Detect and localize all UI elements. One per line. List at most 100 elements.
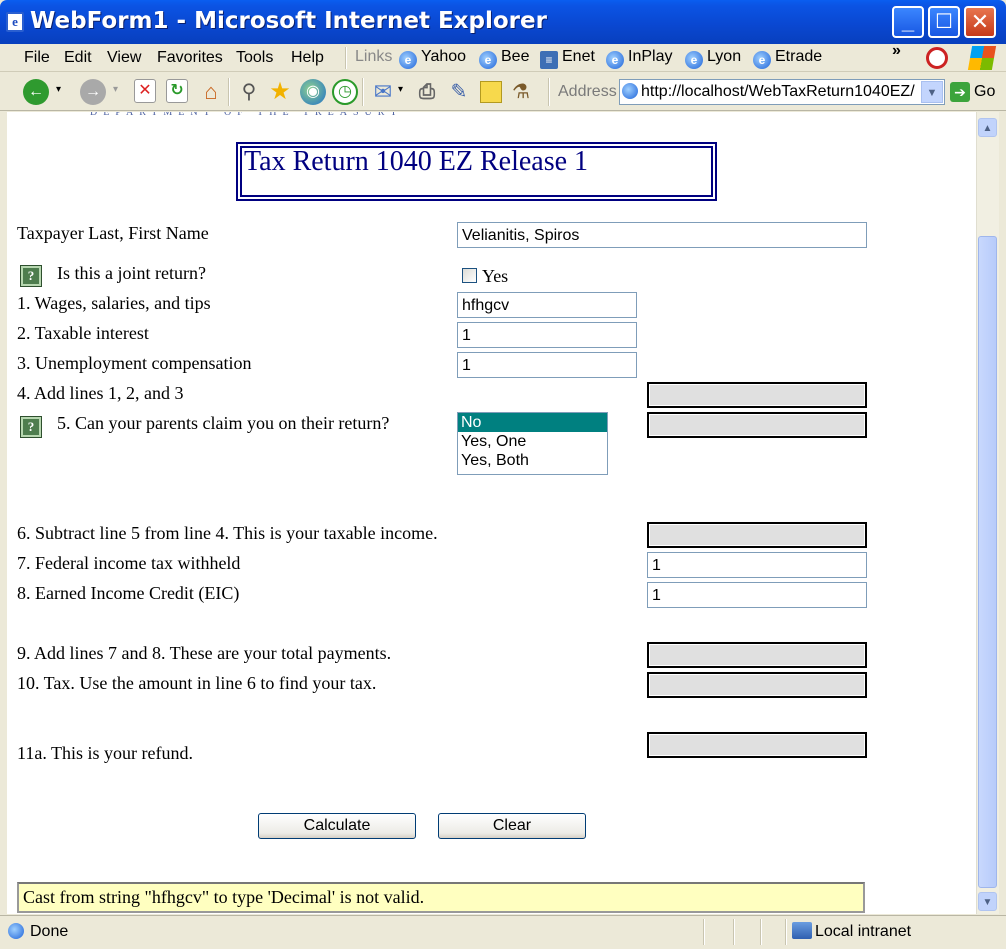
name-input[interactable]: Velianitis, Spiros — [457, 222, 867, 248]
window-title: WebForm1 - Microsoft Internet Explorer — [30, 8, 547, 34]
toolbar-separator — [228, 78, 230, 106]
joint-checkbox-label[interactable]: Yes — [482, 266, 508, 287]
status-separator — [760, 919, 762, 945]
line3-input[interactable]: 1 — [457, 352, 637, 378]
page-title: Tax Return 1040 EZ Release 1 — [244, 146, 589, 177]
line8-label: 8. Earned Income Credit (EIC) — [17, 583, 240, 603]
clear-button[interactable]: Clear — [438, 813, 586, 839]
error-message: Cast from string "hfhgcv" to type 'Decim… — [23, 887, 425, 907]
line6-label: 6. Subtract line 5 from line 4. This is … — [17, 523, 438, 543]
go-button[interactable]: Go — [974, 83, 995, 101]
windows-logo-icon — [967, 46, 997, 70]
scroll-down-icon[interactable]: ▼ — [978, 892, 997, 911]
mail-dropdown-icon[interactable]: ▾ — [398, 84, 403, 95]
link-enet[interactable]: ≡ Enet — [540, 48, 595, 69]
line5-output — [647, 412, 867, 438]
address-url[interactable]: http://localhost/WebTaxReturn1040EZ/ — [641, 83, 921, 101]
address-label: Address — [558, 83, 617, 100]
research-icon[interactable]: ⚗ — [508, 79, 534, 105]
line10-label: 10. Tax. Use the amount in line 6 to fin… — [17, 673, 377, 693]
minimize-button[interactable]: _ — [892, 6, 924, 38]
banner-fragment: DEPARTMENT OF THE TREASURY — [90, 112, 404, 118]
menu-edit[interactable]: Edit — [64, 49, 92, 67]
link-etrade-label: Etrade — [775, 48, 823, 65]
go-arrow-icon[interactable]: ➔ — [950, 82, 970, 102]
ie-page-icon — [8, 923, 24, 939]
link-yahoo-label: Yahoo — [421, 48, 467, 65]
line8-input[interactable]: 1 — [647, 582, 867, 608]
media-icon[interactable]: ◉ — [300, 79, 326, 105]
joint-checkbox[interactable] — [462, 268, 477, 283]
stop-icon[interactable]: ✕ — [134, 79, 156, 103]
ie-page-icon: e — [479, 51, 497, 69]
line1-input[interactable]: hfhgcv — [457, 292, 637, 318]
link-lyon[interactable]: e Lyon — [685, 48, 741, 69]
menu-file[interactable]: File — [24, 49, 50, 67]
search-icon[interactable]: ⚲ — [236, 79, 262, 105]
toolbar-separator — [548, 78, 550, 106]
page-icon: ≡ — [540, 51, 558, 69]
mail-icon[interactable]: ✉ — [370, 79, 396, 105]
favorites-star-icon[interactable]: ★ — [267, 79, 293, 105]
ie-page-icon: e — [399, 51, 417, 69]
acrobat-icon[interactable] — [926, 47, 948, 69]
refresh-icon[interactable]: ↻ — [166, 79, 188, 103]
menu-tools[interactable]: Tools — [236, 49, 273, 67]
close-button[interactable]: ✕ — [964, 6, 996, 38]
link-inplay[interactable]: e InPlay — [606, 48, 672, 69]
name-label: Taxpayer Last, First Name — [17, 223, 209, 243]
line5-option-yes-one[interactable]: Yes, One — [458, 432, 607, 451]
security-zone: Local intranet — [815, 923, 912, 940]
status-separator — [733, 919, 735, 945]
line6-output — [647, 522, 867, 548]
print-icon[interactable]: ⎙ — [414, 79, 440, 105]
line5-option-yes-both[interactable]: Yes, Both — [458, 451, 607, 470]
link-yahoo[interactable]: e Yahoo — [399, 48, 466, 69]
link-bee[interactable]: e Bee — [479, 48, 529, 69]
home-icon[interactable]: ⌂ — [198, 79, 224, 105]
links-more-chevron[interactable]: » — [892, 42, 901, 60]
line11a-label: 11a. This is your refund. — [17, 743, 193, 763]
scroll-up-icon[interactable]: ▲ — [978, 118, 997, 137]
link-lyon-label: Lyon — [707, 48, 742, 65]
links-label: Links — [355, 48, 393, 65]
ie-app-icon[interactable]: e — [6, 12, 24, 32]
calculate-button[interactable]: Calculate — [258, 813, 416, 839]
maximize-button[interactable]: ☐ — [928, 6, 960, 38]
line4-output — [647, 382, 867, 408]
line9-output — [647, 642, 867, 668]
line4-label: 4. Add lines 1, 2, and 3 — [17, 383, 184, 403]
help-icon[interactable]: ? — [20, 265, 42, 287]
local-intranet-icon — [792, 922, 812, 939]
link-inplay-label: InPlay — [628, 48, 673, 65]
discuss-icon[interactable] — [480, 81, 502, 103]
ie-page-icon: e — [753, 51, 771, 69]
link-enet-label: Enet — [562, 48, 595, 65]
forward-icon[interactable]: → — [80, 79, 106, 105]
forward-dropdown-icon[interactable]: ▾ — [113, 84, 118, 95]
link-etrade[interactable]: e Etrade — [753, 48, 822, 69]
back-icon[interactable]: ← — [23, 79, 49, 105]
line9-label: 9. Add lines 7 and 8. These are your tot… — [17, 643, 392, 663]
back-dropdown-icon[interactable]: ▾ — [56, 84, 61, 95]
ie-page-icon — [622, 83, 638, 99]
line11a-output — [647, 732, 867, 758]
line5-option-no[interactable]: No — [458, 413, 607, 432]
menu-help[interactable]: Help — [291, 49, 324, 67]
status-text: Done — [30, 923, 69, 940]
line5-listbox[interactable]: No Yes, One Yes, Both — [457, 412, 608, 475]
line7-input[interactable]: 1 — [647, 552, 867, 578]
address-dropdown-icon[interactable]: ▼ — [921, 81, 943, 103]
history-icon[interactable]: ◷ — [332, 79, 358, 105]
edit-icon[interactable]: ✎ — [446, 79, 472, 105]
menu-view[interactable]: View — [107, 49, 141, 67]
ie-page-icon: e — [606, 51, 624, 69]
line2-input[interactable]: 1 — [457, 322, 637, 348]
scroll-thumb[interactable] — [978, 236, 997, 888]
menu-favorites[interactable]: Favorites — [157, 49, 223, 67]
line7-label: 7. Federal income tax withheld — [17, 553, 241, 573]
ie-page-icon: e — [685, 51, 703, 69]
line10-output — [647, 672, 867, 698]
toolbar-separator — [362, 78, 364, 106]
help-icon[interactable]: ? — [20, 416, 42, 438]
